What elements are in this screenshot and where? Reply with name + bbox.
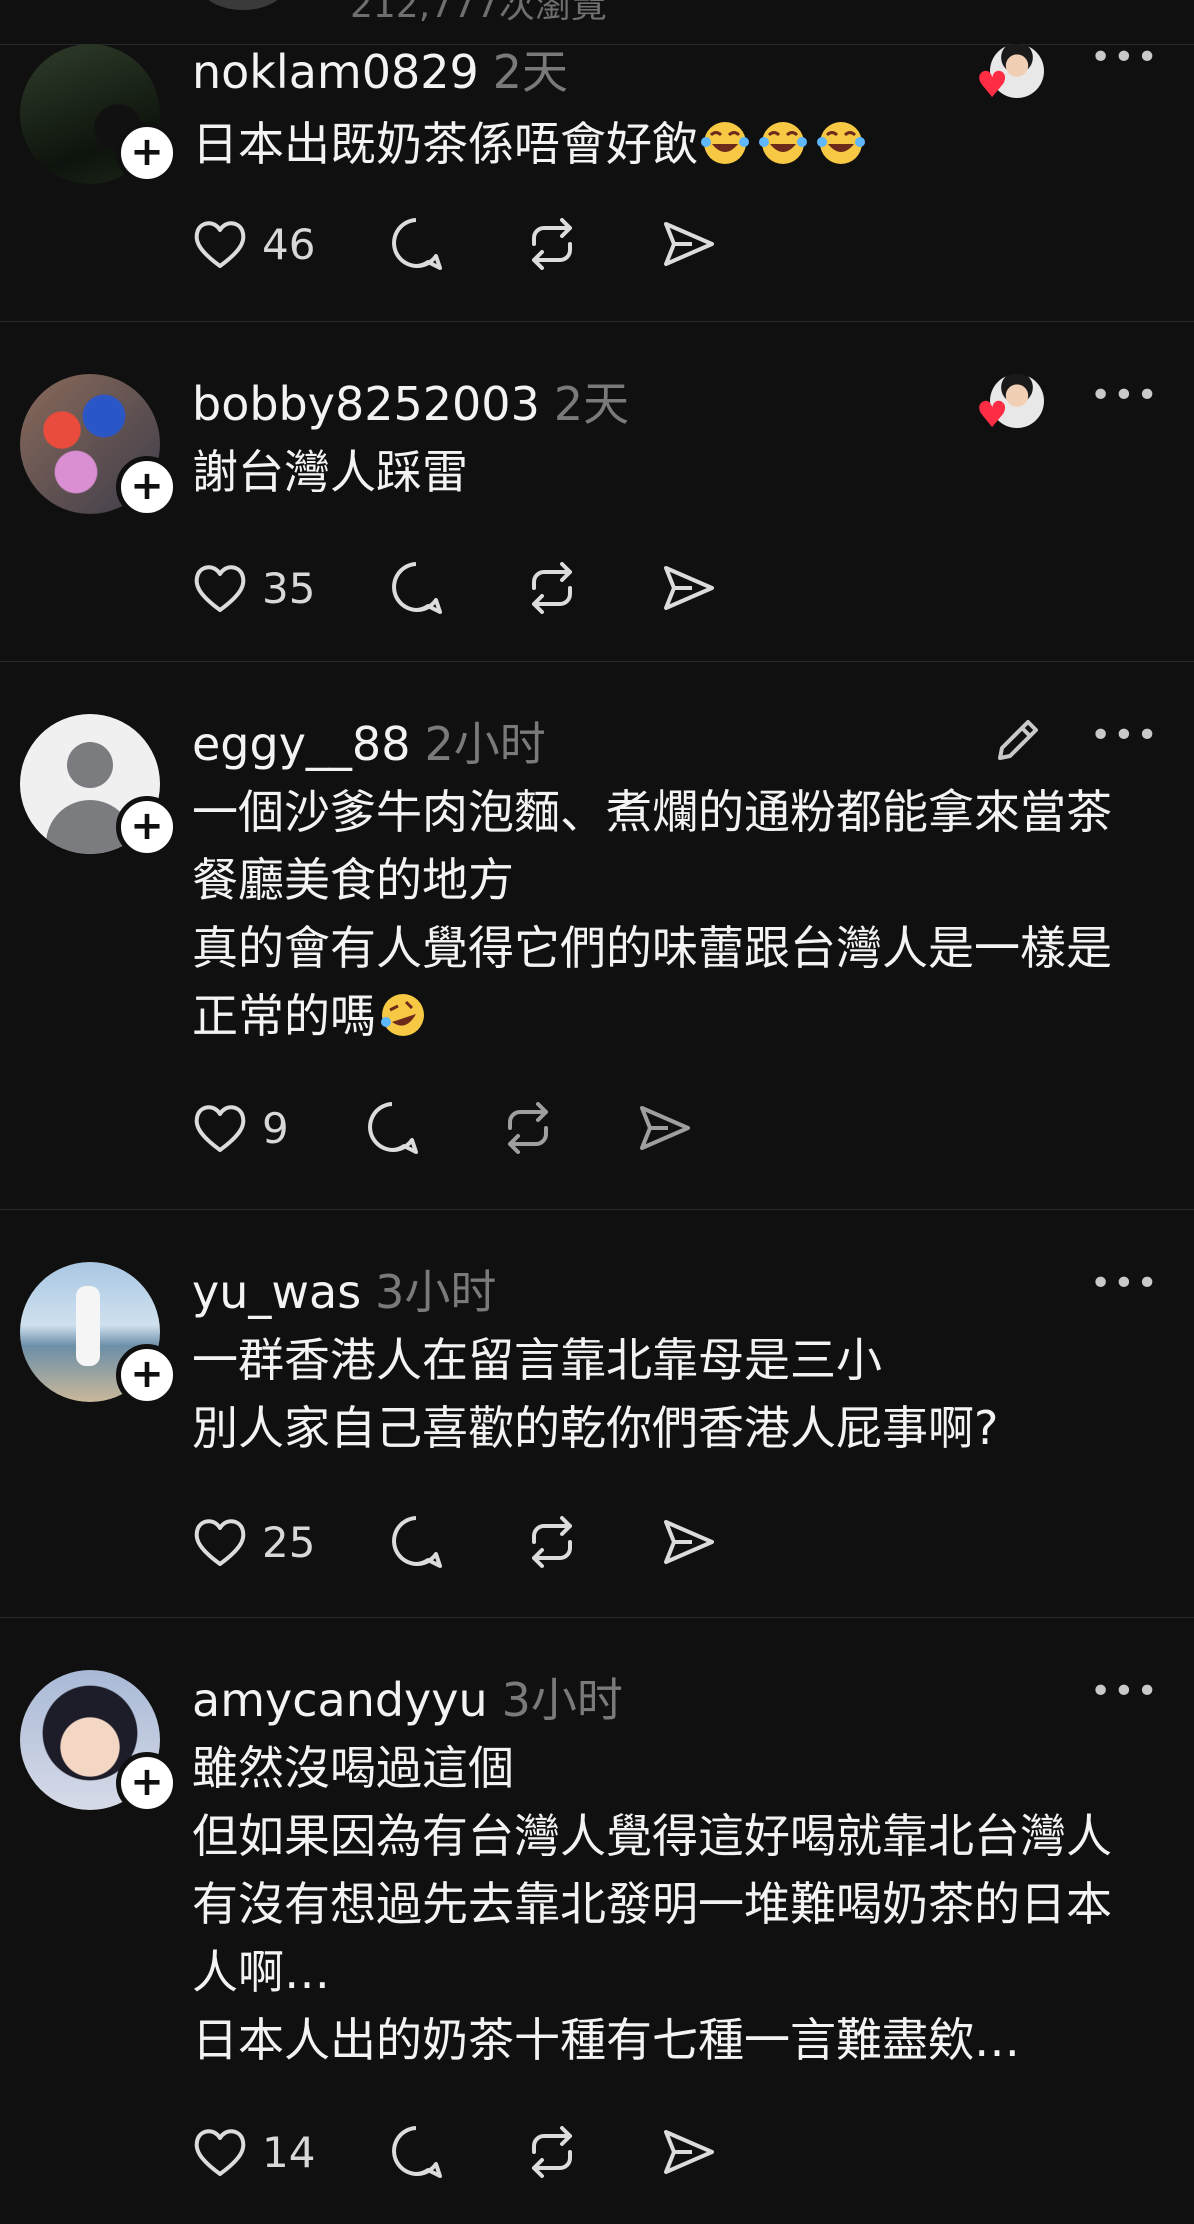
timestamp: 2天 bbox=[492, 45, 569, 99]
heart-icon bbox=[194, 221, 246, 268]
share-button[interactable] bbox=[658, 2122, 718, 2186]
repost-button[interactable] bbox=[522, 2122, 582, 2186]
share-button[interactable] bbox=[658, 558, 718, 622]
comment-icon bbox=[392, 2126, 442, 2178]
like-button[interactable]: 14 bbox=[190, 2122, 315, 2186]
more-icon[interactable]: ••• bbox=[1090, 40, 1158, 76]
username[interactable]: bobby8252003 2天 bbox=[192, 368, 629, 434]
username[interactable]: yu_was 3小时 bbox=[192, 1256, 496, 1322]
previous-post-strip: 212,777次瀏覽 bbox=[0, 0, 1194, 45]
repost-button[interactable] bbox=[498, 1098, 558, 1162]
username[interactable]: amycandyyu 3小时 bbox=[192, 1664, 623, 1730]
comment-button[interactable] bbox=[386, 1512, 446, 1576]
timestamp: 2天 bbox=[553, 377, 630, 431]
comment-button[interactable] bbox=[386, 2122, 446, 2186]
share-button[interactable] bbox=[658, 214, 718, 278]
repost-icon bbox=[508, 1102, 548, 1154]
follow-plus-button[interactable]: + bbox=[116, 1344, 178, 1406]
reply-post: + eggy__88 2小时 ••• 一個沙爹牛肉泡麵、煮爛的通粉都能拿來當茶 餐… bbox=[0, 662, 1194, 1210]
follow-plus-button[interactable]: + bbox=[116, 122, 178, 184]
repost-icon bbox=[532, 562, 572, 614]
share-icon bbox=[664, 566, 714, 610]
like-button[interactable]: 9 bbox=[190, 1098, 289, 1162]
follow-plus-button[interactable]: + bbox=[116, 796, 178, 858]
post-text: 日本出既奶茶係唔會好飲 bbox=[192, 110, 1162, 178]
share-icon bbox=[640, 1106, 690, 1150]
repost-button[interactable] bbox=[522, 214, 582, 278]
share-icon bbox=[664, 1520, 714, 1564]
comment-icon bbox=[368, 1102, 418, 1154]
like-count: 35 bbox=[262, 564, 316, 613]
comment-button[interactable] bbox=[386, 558, 446, 622]
heart-icon bbox=[194, 1105, 246, 1152]
comment-icon bbox=[392, 1516, 442, 1568]
reply-post: + yu_was 3小时 ••• 一群香港人在留言靠北靠母是三小 別人家自己喜歡的… bbox=[0, 1210, 1194, 1618]
share-icon bbox=[664, 222, 714, 266]
author-liked-indicator: ♥ bbox=[976, 44, 1046, 110]
comment-button[interactable] bbox=[386, 214, 446, 278]
like-count: 14 bbox=[262, 2128, 316, 2177]
view-count: 212,777次瀏覽 bbox=[350, 0, 607, 26]
reply-post: + bobby8252003 2天 ♥ ••• 謝台灣人踩雷 35 bbox=[0, 322, 1194, 662]
username[interactable]: noklam0829 2天 bbox=[192, 36, 568, 102]
rolling-laughing-emoji-icon bbox=[376, 988, 430, 1036]
comment-icon bbox=[392, 562, 442, 614]
heart-icon bbox=[194, 1519, 246, 1566]
like-button[interactable]: 46 bbox=[190, 214, 315, 278]
repost-icon bbox=[532, 218, 572, 270]
author-liked-indicator: ♥ bbox=[976, 374, 1046, 440]
heart-icon bbox=[194, 2129, 246, 2176]
laughing-emoji-icon bbox=[814, 116, 868, 164]
more-icon[interactable]: ••• bbox=[1090, 718, 1158, 754]
share-button[interactable] bbox=[658, 1512, 718, 1576]
comment-icon bbox=[392, 218, 442, 270]
share-icon bbox=[664, 2130, 714, 2174]
follow-plus-button[interactable]: + bbox=[116, 456, 178, 518]
post-text: 雖然沒喝過這個 但如果因為有台灣人覺得這好喝就靠北台灣人 有沒有想過先去靠北發明… bbox=[192, 1741, 1112, 2067]
like-button[interactable]: 35 bbox=[190, 558, 315, 622]
post-text: 謝台灣人踩雷 bbox=[192, 445, 468, 499]
heart-icon: ♥ bbox=[976, 395, 1009, 436]
repost-icon bbox=[532, 1516, 572, 1568]
username[interactable]: eggy__88 2小时 bbox=[192, 708, 546, 774]
timestamp: 3小时 bbox=[501, 1673, 623, 1727]
pencil-icon[interactable] bbox=[990, 712, 1046, 768]
repost-button[interactable] bbox=[522, 1512, 582, 1576]
laughing-emoji-icon bbox=[698, 116, 752, 164]
timestamp: 3小时 bbox=[375, 1265, 497, 1319]
like-count: 46 bbox=[262, 220, 316, 269]
post-text: 一個沙爹牛肉泡麵、煮爛的通粉都能拿來當茶 餐廳美食的地方 真的會有人覺得它們的味… bbox=[192, 785, 1112, 1043]
post-text: 一群香港人在留言靠北靠母是三小 別人家自己喜歡的乾你們香港人屁事啊? bbox=[192, 1333, 999, 1455]
laughing-emoji-icon bbox=[756, 116, 810, 164]
more-icon[interactable]: ••• bbox=[1090, 1674, 1158, 1710]
reply-post: + noklam0829 2天 ♥ ••• 日本出既奶茶係唔會好飲 46 bbox=[0, 40, 1194, 322]
repost-icon bbox=[532, 2126, 572, 2178]
avatar[interactable] bbox=[200, 0, 286, 10]
heart-icon bbox=[194, 565, 246, 612]
follow-plus-button[interactable]: + bbox=[116, 1752, 178, 1814]
more-icon[interactable]: ••• bbox=[1090, 378, 1158, 414]
share-button[interactable] bbox=[634, 1098, 694, 1162]
comment-button[interactable] bbox=[362, 1098, 422, 1162]
more-icon[interactable]: ••• bbox=[1090, 1266, 1158, 1302]
repost-button[interactable] bbox=[522, 558, 582, 622]
reply-post: + amycandyyu 3小时 ••• 雖然沒喝過這個 但如果因為有台灣人覺得這… bbox=[0, 1618, 1194, 2224]
like-count: 9 bbox=[262, 1104, 289, 1153]
like-button[interactable]: 25 bbox=[190, 1512, 315, 1576]
heart-icon: ♥ bbox=[976, 65, 1009, 106]
like-count: 25 bbox=[262, 1518, 316, 1567]
timestamp: 2小时 bbox=[424, 717, 546, 771]
